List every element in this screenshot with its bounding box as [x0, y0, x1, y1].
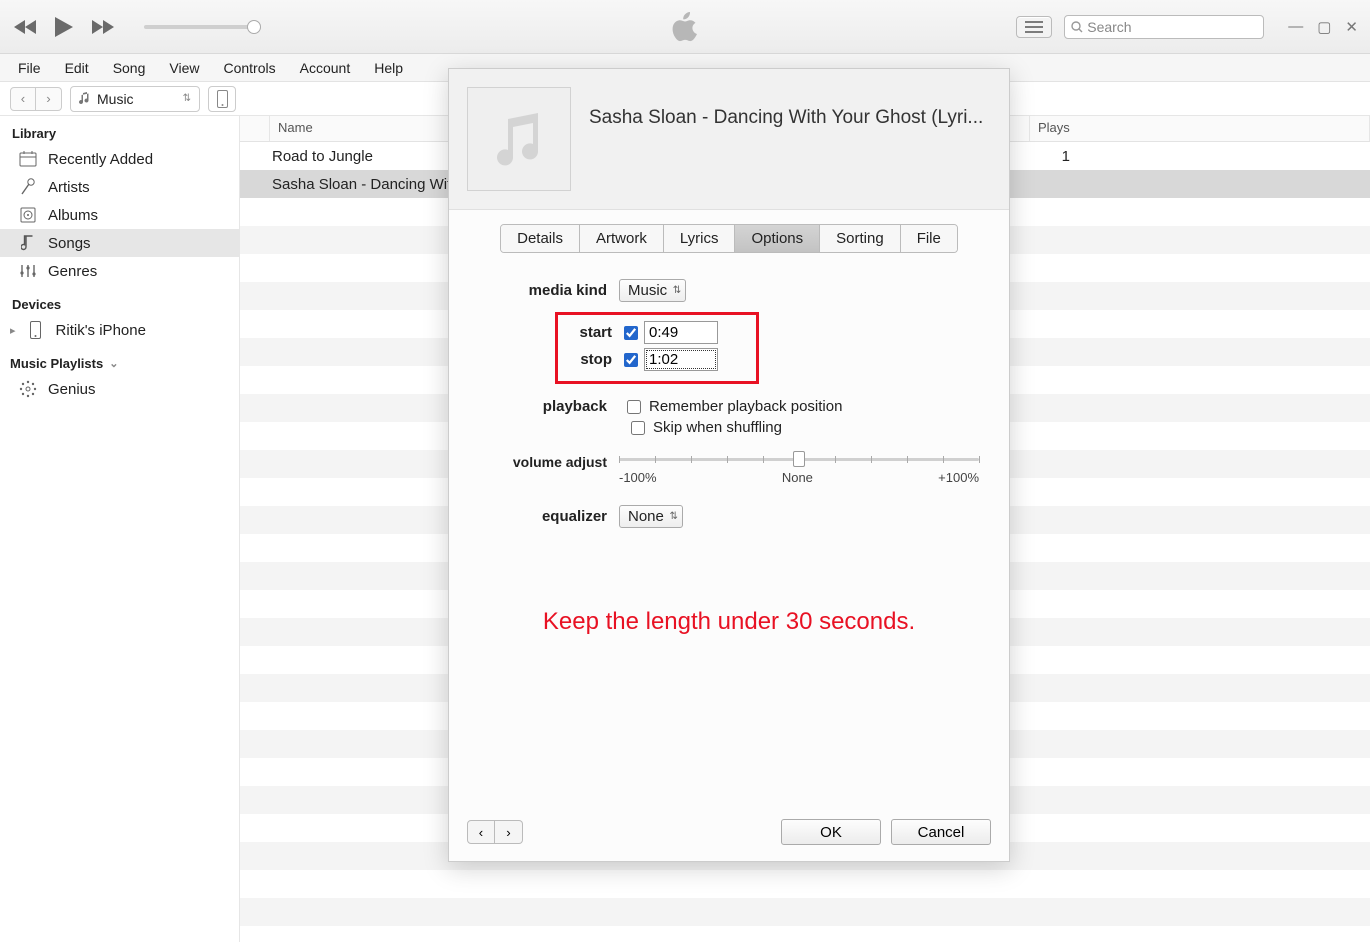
- table-row: [240, 870, 1370, 898]
- stop-label: stop: [562, 351, 624, 368]
- column-header-plays[interactable]: Plays: [1030, 116, 1370, 141]
- up-next-button[interactable]: [1016, 16, 1052, 38]
- window-maximize-button[interactable]: ▢: [1317, 18, 1331, 36]
- library-selector-label: Music: [97, 91, 134, 107]
- start-time-input[interactable]: [644, 321, 718, 344]
- phone-icon: [26, 321, 46, 339]
- music-note-icon: [494, 111, 544, 167]
- next-track-button[interactable]: [88, 13, 116, 41]
- device-button[interactable]: [208, 86, 236, 112]
- sidebar-item-genius[interactable]: Genius: [0, 375, 239, 403]
- genres-icon: [18, 262, 38, 280]
- song-info-dialog: Sasha Sloan - Dancing With Your Ghost (L…: [448, 68, 1010, 862]
- search-input[interactable]: Search: [1064, 15, 1264, 39]
- sidebar-item-albums[interactable]: Albums: [0, 201, 239, 229]
- cancel-button[interactable]: Cancel: [891, 819, 991, 845]
- menu-controls[interactable]: Controls: [213, 57, 285, 79]
- stop-checkbox[interactable]: [624, 353, 638, 367]
- menu-edit[interactable]: Edit: [55, 57, 99, 79]
- apple-logo-icon: [672, 12, 698, 42]
- tab-file[interactable]: File: [901, 225, 957, 252]
- sidebar-item-artists[interactable]: Artists: [0, 173, 239, 201]
- sidebar-item-label: Genres: [48, 263, 97, 280]
- menu-song[interactable]: Song: [103, 57, 156, 79]
- nav-forward-button[interactable]: ›: [36, 87, 62, 111]
- track-plays: 1: [1030, 148, 1370, 165]
- menu-file[interactable]: File: [8, 57, 51, 79]
- album-icon: [18, 206, 38, 224]
- sidebar-item-label: Genius: [48, 381, 96, 398]
- sidebar-item-label: Albums: [48, 207, 98, 224]
- start-checkbox[interactable]: [624, 326, 638, 340]
- media-kind-select[interactable]: Music: [619, 279, 686, 302]
- window-minimize-button[interactable]: —: [1288, 18, 1303, 36]
- remember-position-checkbox[interactable]: [627, 400, 641, 414]
- song-icon: [18, 234, 38, 252]
- artwork-thumbnail: [467, 87, 571, 191]
- chevron-down-icon: ⌄: [109, 357, 118, 370]
- skip-shuffling-label: Skip when shuffling: [653, 419, 782, 436]
- recently-added-icon: [18, 150, 38, 168]
- table-row: [240, 898, 1370, 926]
- sidebar-device-item[interactable]: ▸ Ritik's iPhone: [0, 316, 239, 344]
- sidebar: Library Recently Added Artists Albums So…: [0, 116, 240, 942]
- volume-mid-label: None: [782, 470, 813, 485]
- dialog-tabs: Details Artwork Lyrics Options Sorting F…: [500, 224, 958, 253]
- start-label: start: [562, 324, 624, 341]
- volume-adjust-slider[interactable]: -100% None +100%: [619, 454, 979, 485]
- sidebar-item-label: Recently Added: [48, 151, 153, 168]
- menu-view[interactable]: View: [159, 57, 209, 79]
- genius-icon: [18, 380, 38, 398]
- volume-max-label: +100%: [938, 470, 979, 485]
- tab-details[interactable]: Details: [501, 225, 580, 252]
- phone-icon: [217, 90, 228, 108]
- dialog-title: Sasha Sloan - Dancing With Your Ghost (L…: [589, 87, 983, 129]
- tab-lyrics[interactable]: Lyrics: [664, 225, 736, 252]
- device-label: Ritik's iPhone: [56, 322, 146, 339]
- menu-help[interactable]: Help: [364, 57, 413, 79]
- dialog-prev-button[interactable]: ‹: [467, 820, 495, 844]
- search-icon: [1071, 21, 1083, 33]
- previous-track-button[interactable]: [12, 13, 40, 41]
- tab-options[interactable]: Options: [735, 225, 820, 252]
- skip-shuffling-checkbox[interactable]: [631, 421, 645, 435]
- equalizer-label: equalizer: [479, 508, 619, 525]
- sidebar-item-songs[interactable]: Songs: [0, 229, 239, 257]
- dialog-next-button[interactable]: ›: [495, 820, 523, 844]
- sidebar-item-label: Songs: [48, 235, 91, 252]
- sidebar-library-header: Library: [0, 122, 239, 145]
- tab-sorting[interactable]: Sorting: [820, 225, 901, 252]
- tab-artwork[interactable]: Artwork: [580, 225, 664, 252]
- search-placeholder: Search: [1087, 19, 1131, 35]
- equalizer-select[interactable]: None: [619, 505, 683, 528]
- play-button[interactable]: [50, 13, 78, 41]
- media-kind-label: media kind: [479, 282, 619, 299]
- sidebar-item-genres[interactable]: Genres: [0, 257, 239, 285]
- music-note-icon: [79, 92, 91, 106]
- microphone-icon: [18, 178, 38, 196]
- volume-slider[interactable]: [144, 25, 254, 29]
- playback-label: playback: [479, 398, 619, 415]
- nav-back-button[interactable]: ‹: [10, 87, 36, 111]
- remember-position-label: Remember playback position: [649, 398, 842, 415]
- window-close-button[interactable]: ✕: [1345, 18, 1358, 36]
- annotation-text: Keep the length under 30 seconds.: [479, 608, 979, 636]
- sidebar-item-recently-added[interactable]: Recently Added: [0, 145, 239, 173]
- ok-button[interactable]: OK: [781, 819, 881, 845]
- sidebar-playlists-header[interactable]: Music Playlists ⌄: [0, 352, 239, 375]
- stop-time-input[interactable]: [644, 348, 718, 371]
- top-toolbar: Search — ▢ ✕: [0, 0, 1370, 54]
- sidebar-devices-header: Devices: [0, 293, 239, 316]
- chevron-updown-icon: ⇅: [183, 93, 191, 104]
- volume-min-label: -100%: [619, 470, 657, 485]
- disclosure-triangle-icon[interactable]: ▸: [10, 324, 16, 337]
- library-selector[interactable]: Music ⇅: [70, 86, 200, 112]
- playlists-label: Music Playlists: [10, 356, 103, 371]
- menu-account[interactable]: Account: [290, 57, 361, 79]
- annotation-highlight-box: start stop: [555, 312, 759, 384]
- volume-adjust-label: volume adjust: [479, 454, 619, 470]
- sidebar-item-label: Artists: [48, 179, 90, 196]
